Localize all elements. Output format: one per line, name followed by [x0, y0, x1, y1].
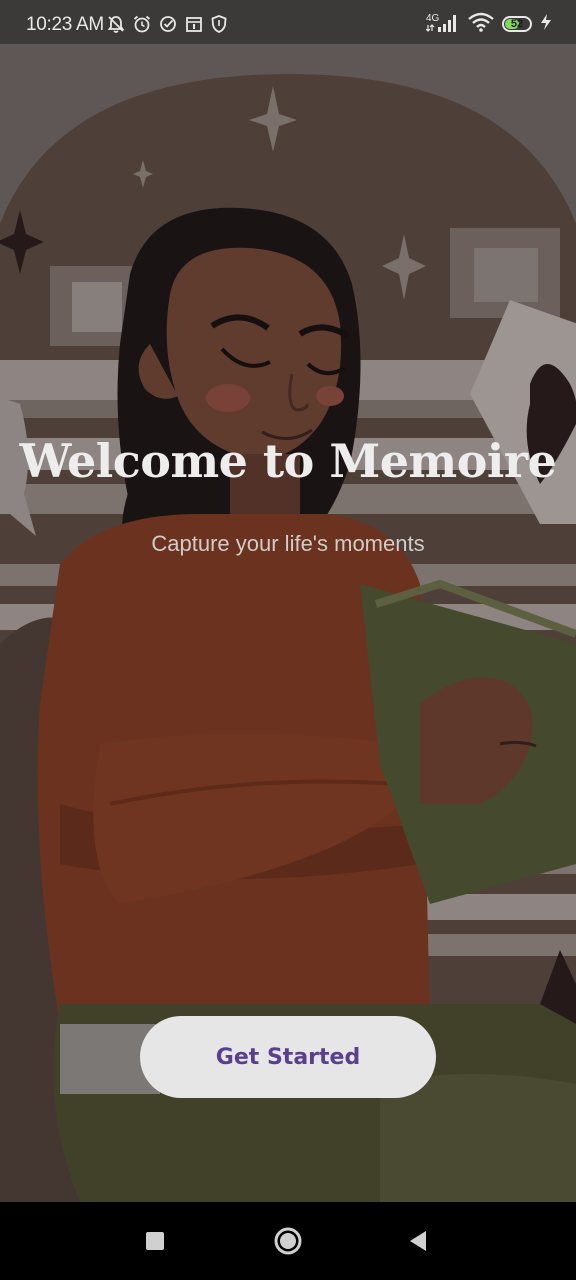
svg-text:4G: 4G: [426, 13, 440, 24]
wifi-icon: [468, 12, 494, 37]
navigation-bar: [0, 1202, 576, 1280]
battery-level: 52: [510, 17, 524, 30]
get-started-button[interactable]: Get Started: [140, 1016, 436, 1098]
battery-icon: 52: [502, 16, 532, 32]
check-circle-icon: [158, 14, 178, 36]
recents-square-icon[interactable]: [115, 1202, 195, 1280]
shield-icon: [210, 14, 228, 36]
welcome-title: Welcome to Memoire: [19, 434, 557, 488]
system-icons: 4G 52: [425, 11, 552, 38]
home-circle-icon[interactable]: [248, 1202, 328, 1280]
status-time: 10:23 AM: [26, 14, 104, 35]
notification-icons: [106, 14, 228, 36]
welcome-subtitle: Capture your life's moments: [151, 531, 425, 556]
alarm-icon: [132, 14, 152, 36]
back-triangle-icon[interactable]: [378, 1202, 458, 1280]
calendar-icon: [184, 14, 204, 36]
charging-icon: [540, 13, 552, 36]
signal-icon: 4G: [425, 11, 460, 38]
mute-bell-icon: [106, 14, 126, 36]
status-bar: 10:23 AM 4G 52: [0, 0, 576, 44]
welcome-screen: 10:23 AM 4G 52 Welcome to Memoire Captur…: [0, 0, 576, 1280]
